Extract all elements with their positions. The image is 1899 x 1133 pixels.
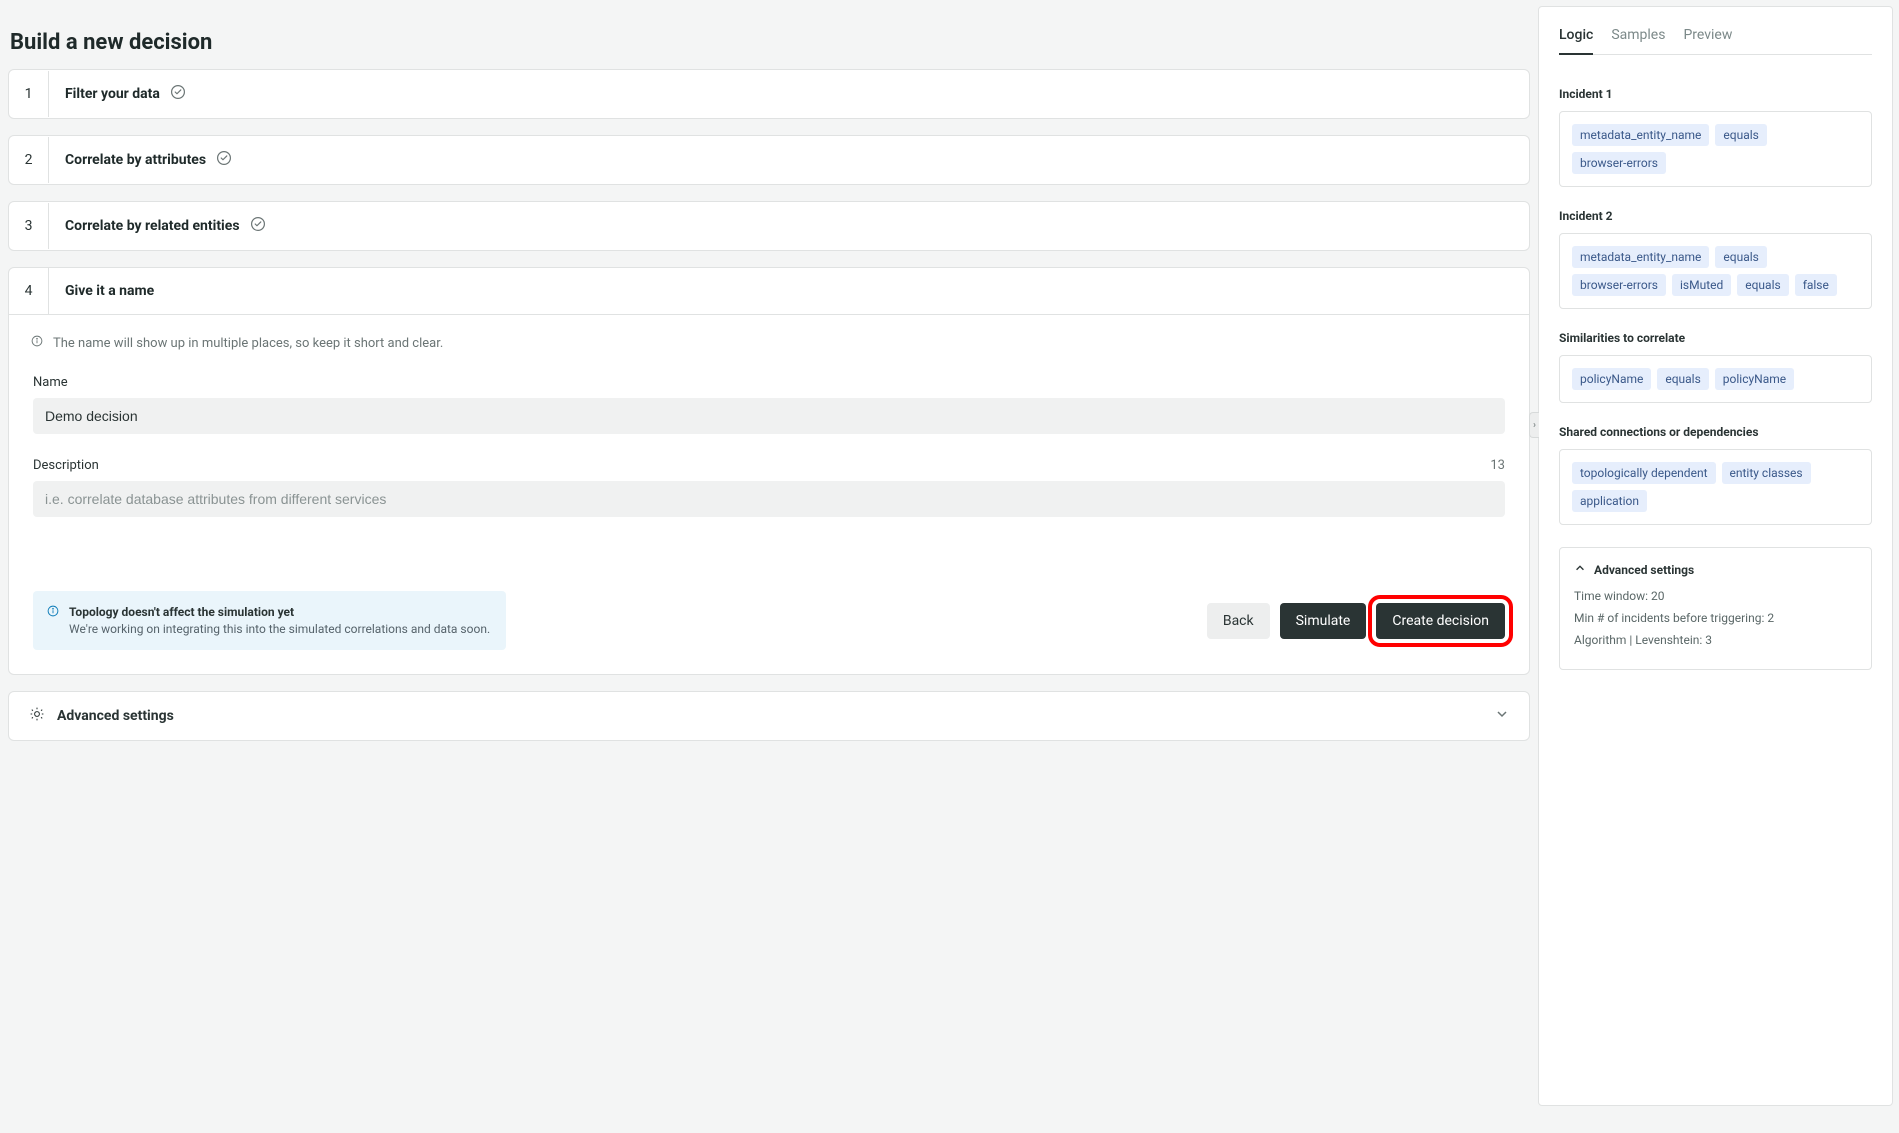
- gear-icon: [29, 706, 45, 726]
- chip: equals: [1737, 274, 1788, 296]
- advanced-settings-toggle[interactable]: Advanced settings: [8, 691, 1530, 741]
- chip: browser-errors: [1572, 274, 1666, 296]
- name-label: Name: [33, 375, 68, 390]
- advanced-settings-label: Advanced settings: [57, 708, 174, 724]
- advanced-min-incidents: Min # of incidents before triggering: 2: [1574, 611, 1857, 625]
- step-correlate-entities[interactable]: 3 Correlate by related entities: [8, 201, 1530, 251]
- chip: application: [1572, 490, 1647, 512]
- chip: policyName: [1715, 368, 1794, 390]
- panel-collapse-handle[interactable]: ›: [1529, 412, 1539, 438]
- incident1-chips: metadata_entity_name equals browser-erro…: [1559, 111, 1872, 187]
- description-label: Description: [33, 458, 99, 473]
- shared-title: Shared connections or dependencies: [1559, 425, 1872, 439]
- back-button[interactable]: Back: [1207, 603, 1270, 639]
- simulate-button[interactable]: Simulate: [1280, 603, 1367, 639]
- logic-panel: › Logic Samples Preview Incident 1 metad…: [1538, 6, 1893, 1106]
- step-number: 4: [9, 268, 49, 314]
- step-number: 2: [9, 137, 49, 183]
- step-give-name: 4 Give it a name The name will show up i…: [8, 267, 1530, 675]
- chip: policyName: [1572, 368, 1651, 390]
- step-number: 3: [9, 203, 49, 249]
- chip: equals: [1657, 368, 1708, 390]
- chip: metadata_entity_name: [1572, 124, 1709, 146]
- step-label: Give it a name: [65, 283, 154, 299]
- similarities-title: Similarities to correlate: [1559, 331, 1872, 345]
- tab-logic[interactable]: Logic: [1559, 27, 1593, 55]
- chip: false: [1795, 274, 1837, 296]
- step-label: Correlate by related entities: [65, 218, 240, 234]
- advanced-summary: Advanced settings Time window: 20 Min # …: [1559, 547, 1872, 670]
- shared-chips: topologically dependent entity classes a…: [1559, 449, 1872, 525]
- tab-preview[interactable]: Preview: [1683, 27, 1732, 54]
- advanced-time-window: Time window: 20: [1574, 589, 1857, 603]
- advanced-algorithm: Algorithm | Levenshtein: 3: [1574, 633, 1857, 647]
- advanced-summary-title: Advanced settings: [1594, 563, 1694, 577]
- name-char-counter: 13: [1490, 458, 1505, 473]
- chip: isMuted: [1672, 274, 1731, 296]
- incident2-title: Incident 2: [1559, 209, 1872, 223]
- chip: topologically dependent: [1572, 462, 1716, 484]
- similarities-chips: policyName equals policyName: [1559, 355, 1872, 403]
- chip: equals: [1715, 124, 1766, 146]
- check-circle-icon: [250, 216, 266, 236]
- topology-notice: Topology doesn't affect the simulation y…: [33, 591, 506, 650]
- name-input[interactable]: [33, 398, 1505, 434]
- name-hint: The name will show up in multiple places…: [53, 336, 443, 351]
- notice-title: Topology doesn't affect the simulation y…: [69, 605, 490, 619]
- check-circle-icon: [216, 150, 232, 170]
- info-icon: [47, 605, 59, 636]
- chevron-up-icon: [1574, 562, 1586, 577]
- description-input[interactable]: [33, 481, 1505, 517]
- step-filter-data[interactable]: 1 Filter your data: [8, 69, 1530, 119]
- tab-samples[interactable]: Samples: [1611, 27, 1665, 54]
- step-correlate-attributes[interactable]: 2 Correlate by attributes: [8, 135, 1530, 185]
- advanced-summary-toggle[interactable]: Advanced settings: [1574, 562, 1857, 577]
- chip: metadata_entity_name: [1572, 246, 1709, 268]
- step-label: Correlate by attributes: [65, 152, 206, 168]
- info-icon: [31, 335, 43, 351]
- page-title: Build a new decision: [10, 30, 1530, 55]
- create-decision-button[interactable]: Create decision: [1376, 603, 1505, 639]
- step-number: 1: [9, 71, 49, 117]
- notice-body: We're working on integrating this into t…: [69, 622, 490, 636]
- incident1-title: Incident 1: [1559, 87, 1872, 101]
- chip: entity classes: [1722, 462, 1811, 484]
- chip: equals: [1715, 246, 1766, 268]
- chip: browser-errors: [1572, 152, 1666, 174]
- chevron-down-icon: [1495, 707, 1509, 725]
- check-circle-icon: [170, 84, 186, 104]
- step-label: Filter your data: [65, 86, 160, 102]
- incident2-chips: metadata_entity_name equals browser-erro…: [1559, 233, 1872, 309]
